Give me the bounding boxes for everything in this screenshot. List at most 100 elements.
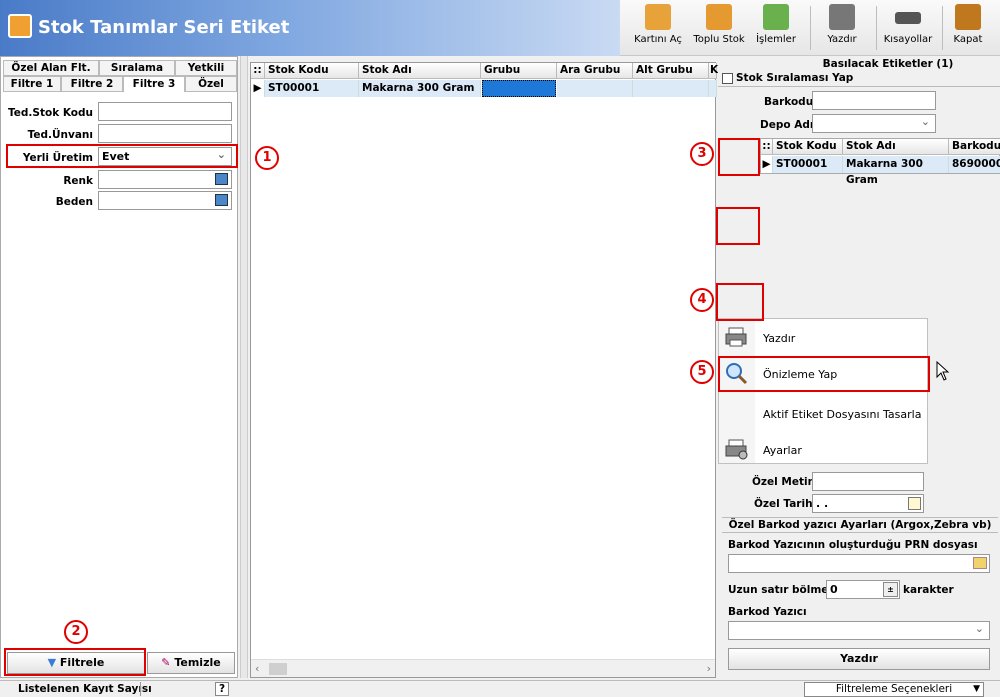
scroll-left-icon[interactable]: ‹ xyxy=(255,662,259,675)
tab-row-1: Özel Alan Flt. Sıralama Yetkili xyxy=(3,60,237,76)
barkodu-label: Barkodu xyxy=(764,96,814,108)
lookup-icon[interactable] xyxy=(215,173,228,185)
window-title: Stok Tanımlar Seri Etiket xyxy=(38,17,290,38)
tab-filtre-2[interactable]: Filtre 2 xyxy=(61,76,123,92)
panel-divider xyxy=(718,86,1000,87)
calendar-icon[interactable] xyxy=(908,497,921,510)
renk-label: Renk xyxy=(63,175,93,187)
uzun-satir-stepper[interactable]: 0 ± xyxy=(826,580,900,599)
col-stok-kodu[interactable]: Stok Kodu xyxy=(773,139,843,155)
print-button[interactable]: Yazdır xyxy=(820,4,864,54)
printer-settings-header: Özel Barkod yazıcı Ayarları (Argox,Zebra… xyxy=(722,517,998,533)
eraser-icon: ✎ xyxy=(161,656,175,669)
table-row[interactable] xyxy=(557,80,633,97)
table-row[interactable]: Makarna 300 Gram xyxy=(843,156,949,186)
bulk-stock-button[interactable]: Toplu Stok xyxy=(692,4,746,54)
highlight-yerli-uretim xyxy=(6,144,238,168)
barkod-yazici-label: Barkod Yazıcı xyxy=(728,606,807,618)
sort-checkbox[interactable] xyxy=(722,73,733,84)
tab-ozel[interactable]: Özel xyxy=(185,76,237,92)
row-indicator: ▶ xyxy=(761,156,773,173)
chevron-down-icon: ⌄ xyxy=(974,622,984,635)
shortcuts-button[interactable]: Kısayollar xyxy=(882,4,934,54)
title-bar: Stok Tanımlar Seri Etiket xyxy=(0,0,620,56)
selected-cell[interactable] xyxy=(482,80,556,97)
exit-door-icon xyxy=(955,4,981,30)
ozel-metin-input[interactable] xyxy=(812,472,924,491)
highlight-filtrele xyxy=(4,648,146,676)
tab-filtre-3[interactable]: Filtre 3 xyxy=(123,76,185,92)
help-button[interactable]: ? xyxy=(215,682,229,696)
folder-icon[interactable] xyxy=(973,557,987,569)
table-row[interactable]: ST00001 xyxy=(773,156,843,173)
labels-grid: :: Stok Kodu Stok Adı Barkodu ▶ ST00001 … xyxy=(760,138,1000,186)
tab-filtre-1[interactable]: Filtre 1 xyxy=(3,76,61,92)
menu-item-ayarlar[interactable]: Ayarlar xyxy=(719,437,927,461)
horizontal-scrollbar[interactable]: ‹ › xyxy=(251,659,715,677)
table-row[interactable]: 8690000 xyxy=(949,156,1000,173)
uzun-satir-label: Uzun satır bölme xyxy=(728,584,829,596)
col-k[interactable]: K xyxy=(709,63,718,79)
scroll-thumb[interactable] xyxy=(269,663,287,675)
menu-item-tasarla[interactable]: Aktif Etiket Dosyasını Tasarla xyxy=(719,403,927,425)
dropdown-arrow-icon: ▼ xyxy=(973,684,980,694)
printer-icon xyxy=(829,4,855,30)
app-icon xyxy=(8,14,32,38)
col-grubu[interactable]: Grubu xyxy=(481,63,557,79)
yazdir-button[interactable]: Yazdır xyxy=(728,648,990,670)
col-alt-grubu[interactable]: Alt Grubu xyxy=(633,63,709,79)
open-card-button[interactable]: Kartını Aç xyxy=(634,4,682,54)
operations-icon xyxy=(763,4,789,30)
highlight-print-menu xyxy=(716,283,764,321)
toolbar-separator xyxy=(876,6,877,50)
depo-select[interactable]: ⌄ xyxy=(812,114,936,133)
ted-stok-kodu-input[interactable] xyxy=(98,102,232,121)
printer-settings-icon xyxy=(725,439,748,460)
spin-icon[interactable]: ± xyxy=(883,582,898,597)
labels-header: Basılacak Etiketler (1) xyxy=(822,58,954,70)
operations-button[interactable]: İşlemler xyxy=(754,4,798,54)
record-count-label: Listelenen Kayıt Sayısı xyxy=(18,683,152,695)
menu-item-yazdir[interactable]: Yazdır xyxy=(719,325,927,349)
clear-button[interactable]: ✎ Temizle xyxy=(147,652,235,674)
ozel-metin-label: Özel Metin xyxy=(752,476,816,488)
annotation-5: 5 xyxy=(690,360,714,384)
col-stok-kodu[interactable]: Stok Kodu xyxy=(265,63,359,79)
barkodu-input[interactable] xyxy=(812,91,936,110)
toolbar: Kartını Aç Toplu Stok İşlemler Yazdır Kı… xyxy=(620,0,1000,56)
tab-siralama[interactable]: Sıralama xyxy=(99,60,175,76)
prn-file-input[interactable] xyxy=(728,554,990,573)
barkod-yazici-select[interactable]: ⌄ xyxy=(728,621,990,640)
printer-icon xyxy=(725,327,747,347)
karakter-label: karakter xyxy=(903,584,954,596)
col-stok-adi[interactable]: Stok Adı xyxy=(359,63,481,79)
panel-splitter[interactable] xyxy=(240,56,248,678)
highlight-add-all xyxy=(716,207,760,245)
table-row[interactable] xyxy=(633,80,709,97)
tab-ozel-alan[interactable]: Özel Alan Flt. xyxy=(3,60,99,76)
col-ara-grubu[interactable]: Ara Grubu xyxy=(557,63,633,79)
beden-input[interactable] xyxy=(98,191,232,210)
annotation-3: 3 xyxy=(690,142,714,166)
mouse-cursor-icon xyxy=(936,361,950,381)
stock-grid: :: Stok Kodu Stok Adı Grubu Ara Grubu Al… xyxy=(250,62,718,678)
row-indicator: ▶ xyxy=(251,80,265,97)
col-stok-adi[interactable]: Stok Adı xyxy=(843,139,949,155)
ted-unvani-input[interactable] xyxy=(98,124,232,143)
lookup-icon[interactable] xyxy=(215,194,228,206)
col-barkodu[interactable]: Barkodu xyxy=(949,139,1000,155)
ozel-tarih-label: Özel Tarih xyxy=(754,498,813,510)
annotation-1: 1 xyxy=(255,146,279,170)
bulk-stock-icon xyxy=(706,4,732,30)
tab-yetkili[interactable]: Yetkili xyxy=(175,60,237,76)
table-row[interactable]: ST00001 xyxy=(265,80,359,97)
ozel-tarih-input[interactable]: . . xyxy=(812,494,924,513)
renk-input[interactable] xyxy=(98,170,232,189)
prn-label: Barkod Yazıcının oluşturduğu PRN dosyası xyxy=(728,539,978,551)
filter-options-select[interactable]: Filtreleme Seçenekleri ▼ xyxy=(804,682,984,697)
depo-label: Depo Adı xyxy=(760,119,814,131)
table-row[interactable]: Makarna 300 Gram xyxy=(359,80,481,97)
scroll-right-icon[interactable]: › xyxy=(707,662,711,675)
close-button[interactable]: Kapat xyxy=(948,4,988,54)
table-row[interactable] xyxy=(709,80,717,97)
